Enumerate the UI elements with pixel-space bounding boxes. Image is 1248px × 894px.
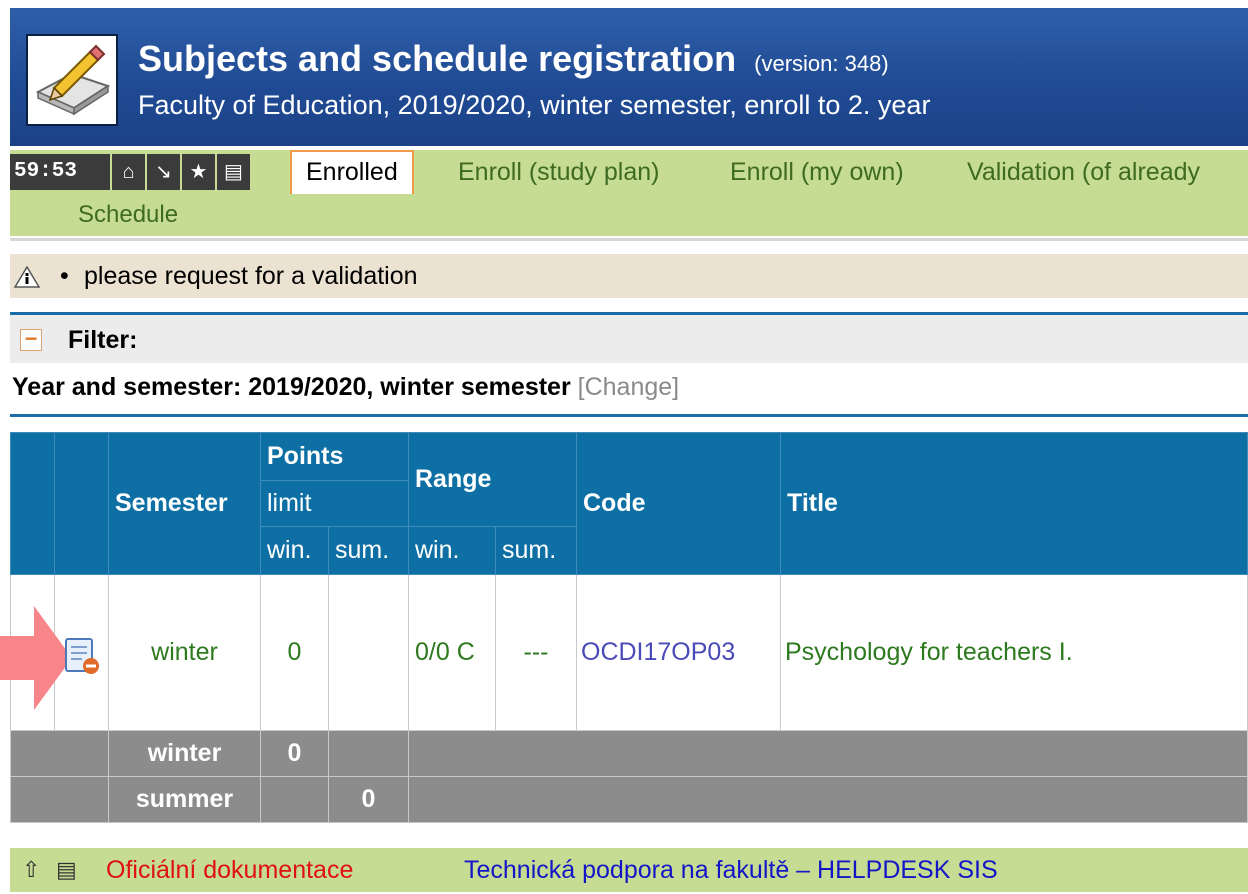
- change-link[interactable]: [Change]: [578, 373, 679, 401]
- totals-filler: [408, 730, 1248, 777]
- info-warning-icon: [14, 266, 40, 288]
- header-blank-2: [54, 432, 109, 575]
- version-label: (version: 348): [754, 51, 889, 76]
- table-row: winter 0 0/0 C --- OCDI17OP03 Psychology…: [10, 574, 1248, 731]
- totals-sum: [328, 730, 409, 777]
- header-limit: limit: [260, 480, 409, 527]
- header-limit-win: win.: [260, 526, 329, 575]
- filter-panel: − Filter:: [10, 315, 1248, 363]
- sub-tab-bar: Schedule: [10, 194, 1248, 236]
- session-timer: 59:53: [10, 154, 110, 190]
- enrolled-subjects-table: Semester Points Range Code Title limit w…: [10, 432, 1248, 823]
- main-tab-bar: 59:53 ⌂ ↘ ★ ▤ Enrolled Enroll (study pla…: [10, 150, 1248, 194]
- totals-filler: [408, 776, 1248, 823]
- registration-logo-icon: [26, 34, 118, 126]
- collapse-filter-icon[interactable]: −: [20, 328, 42, 351]
- header-range: Range: [408, 432, 577, 527]
- tab-enroll-my-own[interactable]: Enroll (my own): [730, 150, 904, 194]
- printer-icon[interactable]: ▤: [215, 154, 250, 190]
- year-semester-row: Year and semester: 2019/2020, winter sem…: [12, 366, 679, 408]
- header-semester: Semester: [108, 432, 261, 575]
- info-message: • please request for a validation: [10, 254, 1248, 298]
- header-title: Title: [780, 432, 1248, 575]
- up-arrow-icon[interactable]: ⇧: [22, 848, 40, 892]
- tab-validation[interactable]: Validation (of already: [967, 150, 1200, 194]
- tab-schedule[interactable]: Schedule: [78, 194, 178, 236]
- arrow-down-right-icon[interactable]: ↘: [145, 154, 180, 190]
- subject-detail-icon[interactable]: [62, 636, 102, 676]
- home-icon[interactable]: ⌂: [110, 154, 145, 190]
- row-semester: winter: [108, 574, 261, 731]
- page-subtitle: Faculty of Education, 2019/2020, winter …: [138, 90, 931, 120]
- printer-icon[interactable]: ▤: [56, 848, 77, 892]
- row-limit-win: 0: [260, 574, 329, 731]
- filter-bottom-border: [10, 414, 1248, 417]
- tab-enroll-study-plan[interactable]: Enroll (study plan): [458, 150, 659, 194]
- star-icon[interactable]: ★: [180, 154, 215, 190]
- header-range-win: win.: [408, 526, 496, 575]
- divider: [10, 238, 1248, 241]
- info-bullet: •: [60, 262, 69, 290]
- totals-blank: [10, 776, 109, 823]
- info-text: please request for a validation: [84, 262, 418, 290]
- row-range-win: 0/0 C: [408, 574, 496, 731]
- totals-blank: [10, 730, 109, 777]
- filter-label: Filter:: [68, 326, 138, 354]
- app-header: Subjects and schedule registration (versi…: [10, 8, 1248, 146]
- row-code-link[interactable]: OCDI17OP03: [576, 574, 781, 731]
- page-title: Subjects and schedule registration (versi…: [138, 38, 889, 80]
- header-code: Code: [576, 432, 781, 575]
- header-blank-1: [10, 432, 55, 575]
- official-documentation-link[interactable]: Oficiální dokumentace: [106, 848, 353, 892]
- footer-bar: ⇧ ▤ Oficiální dokumentace Technická podp…: [10, 848, 1248, 892]
- year-semester-label: Year and semester: 2019/2020, winter sem…: [12, 373, 571, 401]
- totals-semester: summer: [108, 776, 261, 823]
- header-range-sum: sum.: [495, 526, 577, 575]
- totals-row-winter: winter 0: [10, 730, 1248, 777]
- header-limit-sum: sum.: [328, 526, 409, 575]
- totals-win: [260, 776, 329, 823]
- helpdesk-link[interactable]: Technická podpora na fakultě – HELPDESK …: [464, 848, 998, 892]
- totals-sum: 0: [328, 776, 409, 823]
- totals-semester: winter: [108, 730, 261, 777]
- totals-win: 0: [260, 730, 329, 777]
- row-limit-sum: [328, 574, 409, 731]
- totals-row-summer: summer 0: [10, 776, 1248, 823]
- row-range-sum: ---: [495, 574, 577, 731]
- header-points: Points: [260, 432, 409, 481]
- row-title-link[interactable]: Psychology for teachers I.: [780, 574, 1248, 731]
- page-title-text: Subjects and schedule registration: [138, 38, 737, 79]
- tab-enrolled[interactable]: Enrolled: [290, 150, 414, 194]
